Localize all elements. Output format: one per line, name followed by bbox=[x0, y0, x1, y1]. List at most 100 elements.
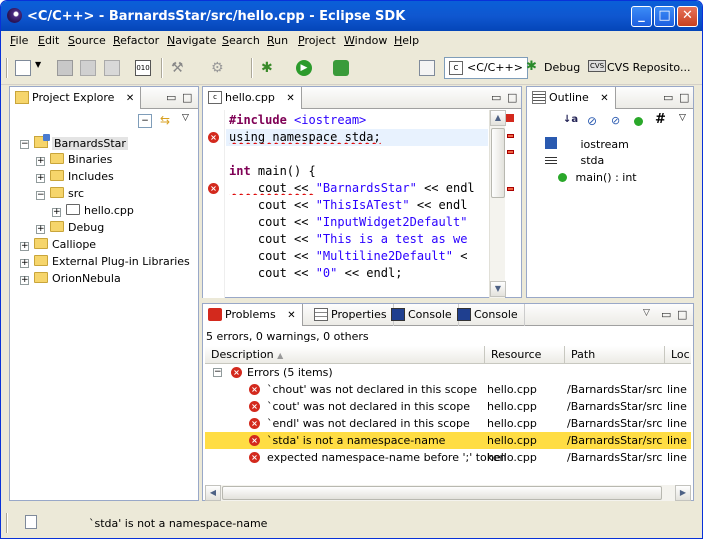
minimize-view-icon[interactable]: ▭ bbox=[663, 91, 673, 104]
tab-outline[interactable]: Outline ✕ bbox=[527, 87, 616, 109]
tree-item[interactable]: + Debug bbox=[36, 221, 104, 238]
run-icon[interactable]: ▶ bbox=[296, 60, 312, 76]
menu-search[interactable]: Search bbox=[222, 34, 260, 47]
view-menu-icon[interactable]: ▽ bbox=[679, 113, 686, 123]
save-all-icon[interactable] bbox=[80, 60, 96, 76]
tree-expander-icon[interactable]: + bbox=[20, 259, 29, 268]
perspective-debug-button[interactable]: Debug bbox=[544, 61, 580, 74]
sort-icon[interactable]: ↓a bbox=[563, 114, 578, 125]
hide-non-public-icon[interactable] bbox=[634, 117, 643, 126]
outline-item-main[interactable]: main() : int bbox=[545, 171, 637, 188]
problem-row[interactable]: × expected namespace-name before ';' toke… bbox=[205, 449, 691, 466]
tree-item[interactable]: + hello.cpp bbox=[52, 204, 134, 221]
scroll-thumb[interactable] bbox=[491, 128, 505, 198]
minimize-view-icon[interactable]: ▭ bbox=[166, 91, 176, 104]
scroll-down-button[interactable]: ▼ bbox=[490, 281, 506, 297]
debug-bug-icon[interactable]: ✱ bbox=[261, 60, 277, 76]
problem-row[interactable]: × `endl' was not declared in this scope he… bbox=[205, 415, 691, 432]
tree-item[interactable]: + Binaries bbox=[36, 153, 112, 170]
save-icon[interactable] bbox=[57, 60, 73, 76]
menu-edit[interactable]: Edit bbox=[38, 34, 59, 47]
gear-icon[interactable]: ⚙ bbox=[211, 60, 227, 76]
maximize-button[interactable]: □ bbox=[654, 6, 675, 27]
collapse-all-icon[interactable]: − bbox=[138, 114, 152, 128]
tab-hello-cpp[interactable]: c hello.cpp ✕ bbox=[203, 87, 302, 109]
tree-item[interactable]: − src bbox=[36, 187, 84, 204]
tree-expander-icon[interactable]: − bbox=[20, 140, 29, 149]
menu-source[interactable]: Source bbox=[68, 34, 106, 47]
close-tab-icon[interactable]: ✕ bbox=[286, 93, 294, 104]
error-marker[interactable] bbox=[507, 134, 514, 138]
error-marker[interactable] bbox=[507, 150, 514, 154]
menu-run[interactable]: Run bbox=[267, 34, 288, 47]
tree-expander-icon[interactable]: − bbox=[213, 368, 222, 377]
tab-project-explorer[interactable]: Project Explore ✕ bbox=[10, 87, 142, 109]
column-description[interactable]: Description ▲ bbox=[205, 346, 485, 363]
close-tab-icon[interactable]: ✕ bbox=[126, 93, 134, 104]
tree-expander-icon[interactable]: − bbox=[36, 191, 45, 200]
perspective-cvs-button[interactable]: CVS Reposito... bbox=[607, 61, 690, 74]
tree-item[interactable]: + Includes bbox=[36, 170, 114, 187]
scroll-thumb[interactable] bbox=[222, 486, 662, 500]
maximize-view-icon[interactable]: □ bbox=[507, 91, 517, 104]
binary-icon[interactable]: 010 bbox=[135, 60, 151, 76]
column-location[interactable]: Loc bbox=[665, 346, 691, 363]
new-icon[interactable] bbox=[15, 60, 31, 76]
maximize-view-icon[interactable]: □ bbox=[677, 308, 687, 321]
fast-view-icon[interactable] bbox=[25, 515, 37, 529]
print-icon[interactable] bbox=[104, 60, 120, 76]
problem-row[interactable]: × `cout' was not declared in this scope he… bbox=[205, 398, 691, 415]
tab-properties[interactable]: Properties bbox=[309, 304, 394, 326]
tree-expander-icon[interactable]: + bbox=[20, 242, 29, 251]
tab-console-2[interactable]: Console bbox=[452, 304, 525, 326]
menu-project[interactable]: Project bbox=[298, 34, 336, 47]
problem-row[interactable]: × `chout' was not declared in this scope h… bbox=[205, 381, 691, 398]
scroll-right-button[interactable]: ▶ bbox=[675, 485, 691, 501]
editor-scrollbar[interactable]: ▲ ▼ bbox=[489, 110, 506, 298]
hide-fields-icon[interactable]: ⊘ bbox=[587, 114, 597, 128]
tab-problems[interactable]: Problems ✕ bbox=[203, 304, 303, 326]
open-perspective-icon[interactable] bbox=[419, 60, 435, 76]
title-bar[interactable]: <C/C++> - BarnardsStar/src/hello.cpp - E… bbox=[1, 1, 702, 31]
link-editor-icon[interactable]: ⇆ bbox=[160, 114, 174, 128]
scroll-left-button[interactable]: ◀ bbox=[205, 485, 221, 501]
hide-macros-icon[interactable]: # bbox=[655, 112, 666, 127]
minimize-view-icon[interactable]: ▭ bbox=[661, 308, 671, 321]
close-tab-icon[interactable]: ✕ bbox=[287, 310, 295, 321]
external-tools-icon[interactable] bbox=[333, 60, 349, 76]
tree-item[interactable]: − BarnardsStar bbox=[20, 134, 128, 153]
view-menu-icon[interactable]: ▽ bbox=[643, 308, 650, 318]
column-path[interactable]: Path bbox=[565, 346, 665, 363]
tree-item[interactable]: + External Plug-in Libraries bbox=[20, 255, 190, 272]
problem-row[interactable]: × `stda' is not a namespace-name hello.cpp… bbox=[205, 432, 691, 449]
close-tab-icon[interactable]: ✕ bbox=[600, 93, 608, 104]
scroll-up-button[interactable]: ▲ bbox=[490, 110, 506, 126]
error-icon[interactable]: × bbox=[208, 132, 219, 143]
tree-expander-icon[interactable]: + bbox=[36, 157, 45, 166]
outline-item-include[interactable]: iostream bbox=[545, 137, 629, 154]
tree-expander-icon[interactable]: + bbox=[36, 225, 45, 234]
problems-group[interactable]: − × Errors (5 items) bbox=[205, 364, 691, 381]
maximize-view-icon[interactable]: □ bbox=[182, 91, 192, 104]
menu-help[interactable]: Help bbox=[394, 34, 419, 47]
hide-static-icon[interactable]: ⊘ bbox=[611, 114, 620, 127]
tab-console-1[interactable]: Console bbox=[386, 304, 459, 326]
build-hammer-icon[interactable]: ⚒ bbox=[171, 60, 187, 76]
error-marker[interactable] bbox=[507, 187, 514, 191]
outline-item-namespace[interactable]: stda bbox=[545, 154, 604, 171]
maximize-view-icon[interactable]: □ bbox=[679, 91, 689, 104]
menu-refactor[interactable]: Refactor bbox=[113, 34, 159, 47]
tree-item[interactable]: + OrionNebula bbox=[20, 272, 121, 289]
problems-hscrollbar[interactable]: ◀ ▶ bbox=[205, 485, 691, 501]
tree-expander-icon[interactable]: + bbox=[20, 276, 29, 285]
menu-navigate[interactable]: Navigate bbox=[167, 34, 216, 47]
column-resource[interactable]: Resource bbox=[485, 346, 565, 363]
perspective-cpp-button[interactable]: C <C/C++> bbox=[444, 57, 528, 79]
error-icon[interactable]: × bbox=[208, 183, 219, 194]
view-menu-icon[interactable]: ▽ bbox=[182, 113, 189, 123]
tree-item[interactable]: + Calliope bbox=[20, 238, 96, 255]
close-button[interactable]: ✕ bbox=[677, 6, 698, 27]
minimize-view-icon[interactable]: ▭ bbox=[491, 91, 501, 104]
tree-expander-icon[interactable]: + bbox=[36, 174, 45, 183]
tree-expander-icon[interactable]: + bbox=[52, 208, 61, 217]
